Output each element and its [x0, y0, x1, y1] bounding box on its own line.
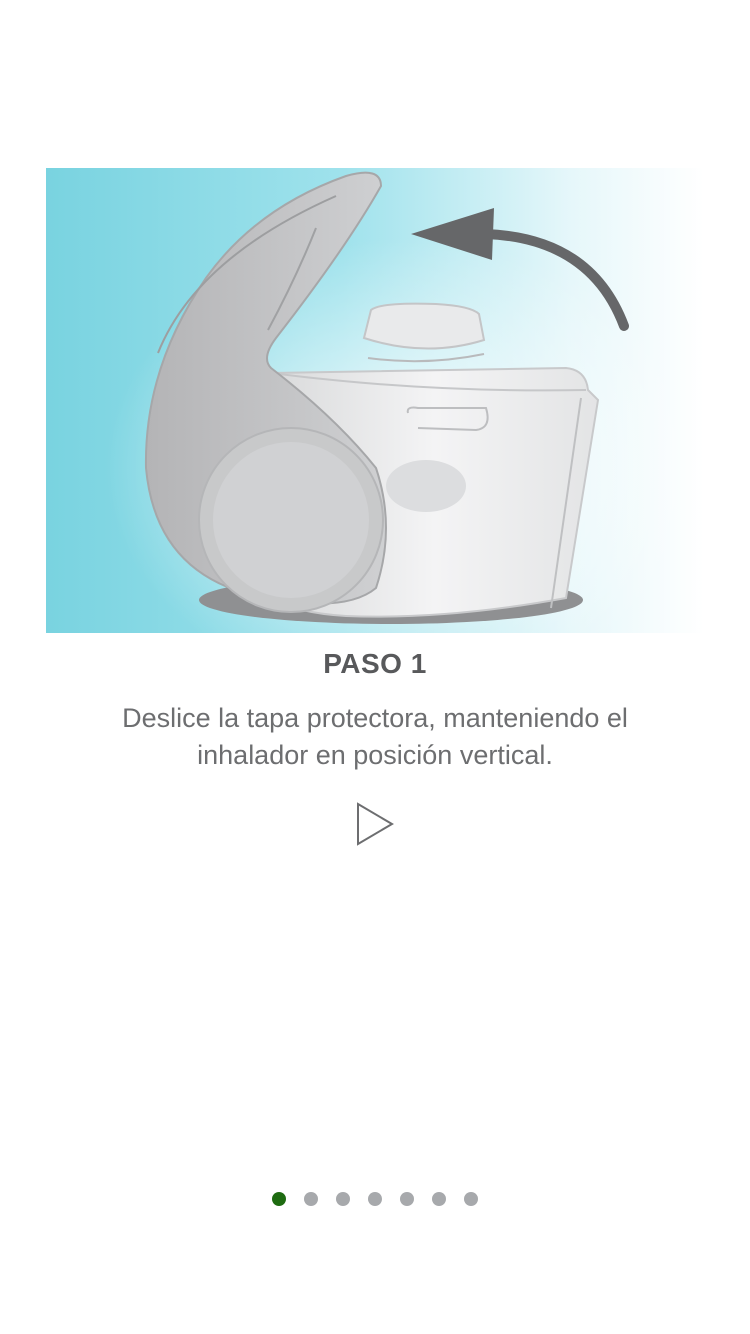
page-dot-2[interactable]: [304, 1192, 318, 1206]
page-dot-5[interactable]: [400, 1192, 414, 1206]
page-dot-6[interactable]: [432, 1192, 446, 1206]
page-dot-1[interactable]: [272, 1192, 286, 1206]
page-dot-4[interactable]: [368, 1192, 382, 1206]
inhaler-illustration: [46, 168, 704, 633]
play-button[interactable]: [348, 798, 402, 852]
step-title: PASO 1: [323, 648, 427, 679]
play-icon: [357, 802, 394, 846]
inhaler-open-cap-illustration-svg: [46, 168, 704, 633]
tutorial-screen: PASO 1 Deslice la tapa protectora, mante…: [0, 0, 750, 1334]
page-indicator: [0, 1190, 750, 1208]
step-description: Deslice la tapa protectora, manteniendo …: [122, 703, 628, 770]
page-dot-7[interactable]: [464, 1192, 478, 1206]
page-dot-3[interactable]: [336, 1192, 350, 1206]
